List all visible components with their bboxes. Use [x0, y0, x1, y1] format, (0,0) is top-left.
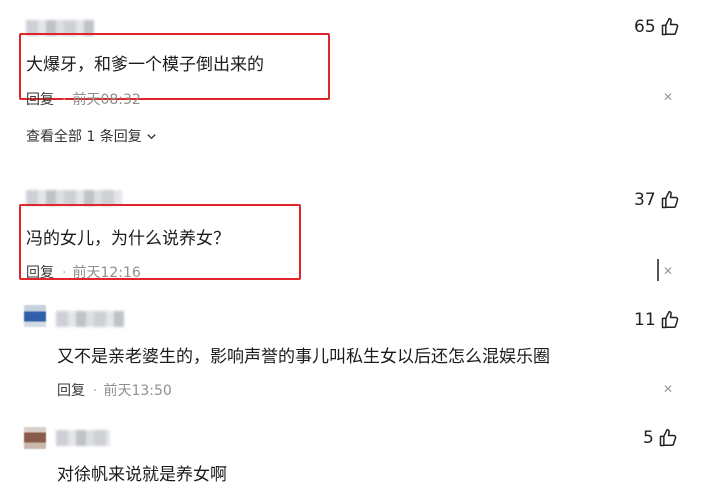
comment-time: 前天13:50: [103, 383, 172, 399]
reply-button[interactable]: 回复: [26, 265, 54, 281]
comment-text: 冯的女儿，为什么说养女？: [26, 229, 230, 249]
like-count: 11: [634, 310, 656, 330]
like-button[interactable]: 11: [634, 310, 680, 330]
separator-dot: ·: [62, 265, 67, 281]
like-button[interactable]: 37: [634, 190, 680, 210]
like-button[interactable]: 5: [643, 428, 678, 448]
close-icon[interactable]: ✕: [663, 264, 673, 278]
thumbs-up-icon: [659, 428, 677, 447]
thumbs-up-icon: [661, 310, 678, 329]
like-count: 65: [634, 17, 656, 37]
close-icon[interactable]: ✕: [663, 90, 673, 104]
comment-text: 大爆牙，和爹一个模子倒出来的: [26, 55, 264, 75]
like-button[interactable]: 65: [634, 17, 680, 37]
blurred-username: [56, 430, 110, 446]
reply-button[interactable]: 回复: [57, 383, 85, 399]
blurred-username: [56, 311, 124, 327]
comment-time: 前天08:32: [72, 92, 141, 108]
thumbs-up-icon: [661, 190, 678, 209]
comment-meta: 回复 · 前天08:32: [26, 89, 141, 109]
view-all-replies-link[interactable]: 查看全部 1 条回复: [26, 126, 157, 146]
like-count: 37: [634, 190, 656, 210]
view-all-label: 查看全部 1 条回复: [26, 129, 142, 145]
comment-text: 对徐帆来说就是养女啊: [57, 465, 227, 485]
avatar[interactable]: [24, 427, 46, 449]
separator-dot: ·: [93, 383, 98, 399]
comment-time: 前天12:16: [72, 265, 141, 281]
comment-text: 又不是亲老婆生的，影响声誉的事儿叫私生女以后还怎么混娱乐圈: [57, 347, 550, 367]
text-cursor: [657, 259, 659, 281]
separator-dot: ·: [62, 92, 67, 108]
close-icon[interactable]: ✕: [663, 382, 673, 396]
comment-meta: 回复 · 前天12:16: [26, 262, 141, 282]
like-count: 5: [643, 428, 654, 448]
chevron-down-icon: [147, 133, 156, 139]
reply-button[interactable]: 回复: [26, 92, 54, 108]
comment-meta: 回复 · 前天13:50: [57, 380, 172, 400]
thumbs-up-icon: [661, 17, 678, 36]
avatar[interactable]: [24, 305, 46, 327]
